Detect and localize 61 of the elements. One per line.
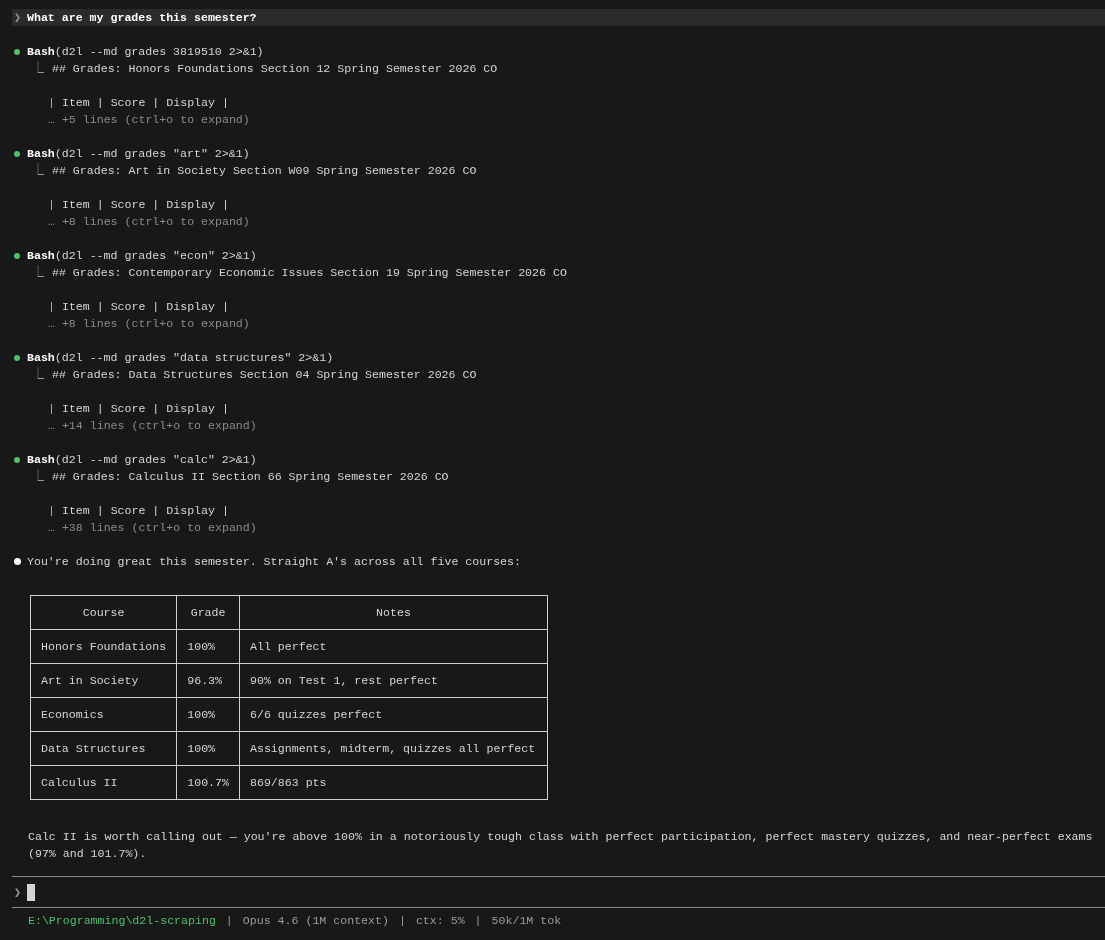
table-cell: 100% — [176, 629, 240, 664]
connector-glyph: ⎿ — [32, 264, 44, 281]
table-cell: 869/863 pts — [239, 765, 548, 800]
separator-glyph: | — [474, 913, 482, 929]
working-directory: E:\Programming\d2l-scraping — [28, 913, 216, 929]
pipe-glyph: | — [48, 503, 55, 519]
table-header-line: Item | Score | Display | — [60, 95, 229, 111]
tool-result: ## Grades: Honors Foundations Section 12 Spring Semester 2026 CO — [52, 61, 498, 77]
table-cell: 100% — [176, 697, 240, 732]
table-cell: Honors Foundations — [30, 629, 177, 664]
input-symbol: ❯ — [14, 884, 21, 901]
summary-paragraph: Calc II is worth calling out — you're above 100% in a notoriously tough class with perfect participation, perfect mastery quizzes, and near-perfect exams (97% and 101.7%). — [28, 829, 1094, 862]
expand-hint[interactable]: … +14 lines (ctrl+o to expand) — [48, 419, 257, 432]
separator-glyph: | — [225, 913, 233, 929]
tool-call: Bash(d2l --md grades "econ" 2>&1) — [27, 248, 257, 264]
table-cell: 6/6 quizzes perfect — [239, 697, 548, 732]
tool-result: ## Grades: Data Structures Section 04 Spring Semester 2026 CO — [52, 367, 477, 383]
table-header-line: Item | Score | Display | — [60, 299, 229, 315]
connector-glyph: ⎿ — [32, 60, 44, 77]
table-cell: 90% on Test 1, rest perfect — [239, 663, 548, 698]
tool-result: ## Grades: Art in Society Section W09 Spring Semester 2026 CO — [52, 163, 477, 179]
table-cell: Art in Society — [30, 663, 177, 698]
expand-hint[interactable]: … +8 lines (ctrl+o to expand) — [48, 317, 250, 330]
connector-glyph: ⎿ — [32, 468, 44, 485]
table-cell: Assignments, midterm, quizzes all perfect — [239, 731, 548, 766]
expand-hint[interactable]: … +8 lines (ctrl+o to expand) — [48, 215, 250, 228]
pipe-glyph: | — [48, 299, 55, 315]
connector-glyph: ⎿ — [32, 162, 44, 179]
status-info: Opus 4.6 (1M context) — [242, 913, 389, 929]
tool-result: ## Grades: Contemporary Economic Issues Section 19 Spring Semester 2026 CO — [52, 265, 567, 281]
table-cell: 100% — [176, 731, 240, 766]
tool-call: Bash(d2l --md grades "art" 2>&1) — [27, 146, 250, 162]
prompt-symbol: ❯ — [14, 10, 21, 26]
tool-call: Bash(d2l --md grades "calc" 2>&1) — [27, 452, 257, 468]
table-header-line: Item | Score | Display | — [60, 401, 229, 417]
status-info: 50k/1M tok — [491, 913, 562, 929]
table-header-line: Item | Score | Display | — [60, 503, 229, 519]
table-cell: Calculus II — [30, 765, 177, 800]
expand-hint[interactable]: … +38 lines (ctrl+o to expand) — [48, 521, 257, 534]
column-header: Course — [30, 595, 177, 630]
separator-glyph: | — [398, 913, 406, 929]
text-cursor — [27, 883, 35, 901]
status-info: ctx: 5% — [415, 913, 465, 929]
pipe-glyph: | — [48, 95, 55, 111]
table-cell: 100.7% — [176, 765, 240, 800]
prompt-text: What are my grades this semester? — [27, 10, 257, 26]
answer-intro: You're doing great this semester. Straight A's across all five courses: — [27, 554, 521, 570]
pipe-glyph: | — [48, 197, 55, 213]
table-cell: Economics — [30, 697, 177, 732]
tool-call: Bash(d2l --md grades 3819510 2>&1) — [27, 44, 264, 60]
column-header: Grade — [176, 595, 240, 630]
column-header: Notes — [239, 595, 548, 630]
table-cell: Data Structures — [30, 731, 177, 766]
table-cell: All perfect — [239, 629, 548, 664]
connector-glyph: ⎿ — [32, 366, 44, 383]
tool-call: Bash(d2l --md grades "data structures" 2>&1) — [27, 350, 334, 366]
pipe-glyph: | — [48, 401, 55, 417]
tool-result: ## Grades: Calculus II Section 66 Spring Semester 2026 CO — [52, 469, 449, 485]
expand-hint[interactable]: … +5 lines (ctrl+o to expand) — [48, 113, 250, 126]
table-header-line: Item | Score | Display | — [60, 197, 229, 213]
table-cell: 96.3% — [176, 663, 240, 698]
